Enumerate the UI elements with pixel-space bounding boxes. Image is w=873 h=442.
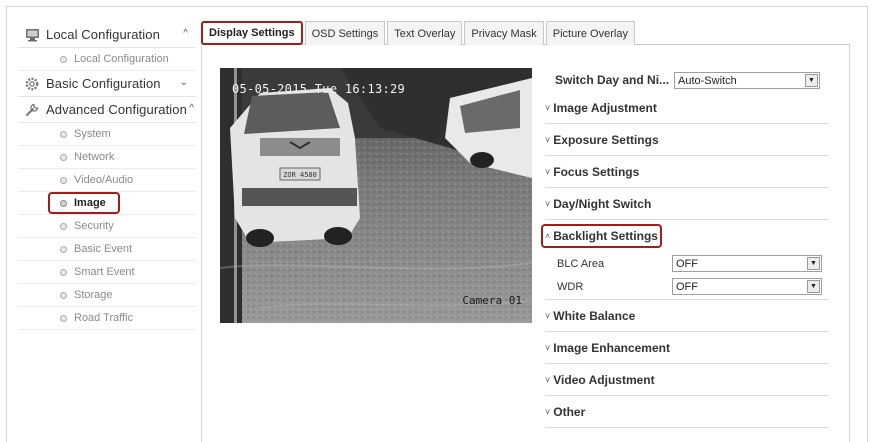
sidebar-item-basic-event[interactable]: Basic Event (18, 238, 196, 261)
chevron-down-icon: ˅ (545, 166, 551, 177)
bullet-icon (60, 268, 67, 276)
sidebar-item-label: Smart Event (74, 266, 135, 278)
chevron-down-icon: ˅ (545, 134, 551, 145)
osd-camera-name: Camera 01 (462, 294, 522, 307)
sidebar-nav: Local Configuration ^ Local Configuratio… (18, 22, 196, 330)
bullet-icon (60, 291, 67, 299)
chevron-down-icon: ˅ (545, 374, 551, 385)
chevron-down-icon: ˅ (545, 310, 551, 321)
section-label: Focus Settings (553, 164, 640, 179)
wdr-row: WDR OFF ▼ (545, 275, 829, 300)
bullet-icon (60, 222, 67, 230)
highlight-box (541, 224, 662, 248)
section-label: White Balance (553, 308, 636, 323)
chevron-down-icon: ˅ (545, 406, 551, 417)
tab-bar: Display Settings OSD Settings Text Overl… (201, 21, 637, 45)
sidebar-item-security[interactable]: Security (18, 215, 196, 238)
section-focus-settings[interactable]: ˅ Focus Settings (545, 156, 829, 188)
section-label: Other (553, 404, 586, 419)
sidebar-item-image[interactable]: Image (18, 192, 196, 215)
gear-icon (24, 76, 40, 92)
blc-area-row: BLC Area OFF ▼ (545, 252, 829, 275)
sidebar-group-label: Advanced Configuration (46, 102, 187, 117)
sidebar-item-label: Local Configuration (74, 53, 169, 65)
sidebar-item-storage[interactable]: Storage (18, 284, 196, 307)
section-label: Image Adjustment (553, 100, 657, 115)
sidebar-item-system[interactable]: System (18, 123, 196, 146)
section-label: Video Adjustment (553, 372, 655, 387)
sidebar-item-label: Storage (74, 289, 113, 301)
bullet-icon (60, 245, 67, 253)
chevron-down-icon: ˅ (545, 198, 551, 209)
chevron-down-icon[interactable]: ⌄ (180, 77, 188, 88)
section-image-enhancement[interactable]: ˅ Image Enhancement (545, 332, 829, 364)
osd-datetime: 05-05-2015 Tue 16:13:29 (232, 82, 406, 96)
section-label: Image Enhancement (553, 340, 670, 355)
section-backlight-settings[interactable]: ˄ Backlight Settings (541, 220, 829, 252)
sidebar-item-label: Security (74, 220, 114, 232)
select-value: OFF (676, 280, 698, 293)
sidebar-group-local-configuration[interactable]: Local Configuration ^ (18, 22, 196, 48)
section-image-adjustment[interactable]: ˅ Image Adjustment (545, 92, 829, 124)
bullet-icon (60, 130, 67, 138)
chevron-up-icon[interactable]: ^ (189, 103, 194, 114)
blc-area-select[interactable]: OFF ▼ (672, 255, 822, 272)
chevron-up-icon[interactable]: ^ (183, 28, 188, 39)
select-value: OFF (676, 257, 698, 270)
tab-picture-overlay[interactable]: Picture Overlay (545, 21, 635, 45)
highlight-box (48, 192, 120, 214)
sidebar-item-local-configuration[interactable]: Local Configuration (18, 48, 196, 71)
sidebar-item-label: Network (74, 151, 115, 163)
monitor-icon (24, 27, 40, 43)
sidebar-group-label: Basic Configuration (46, 76, 161, 91)
sidebar-item-label: Basic Event (74, 243, 133, 255)
dropdown-arrow-icon: ▼ (807, 257, 820, 270)
chevron-down-icon: ˅ (545, 342, 551, 353)
switch-day-night-label: Switch Day and Ni... (555, 73, 670, 87)
bullet-icon (60, 153, 67, 161)
sidebar-item-smart-event[interactable]: Smart Event (18, 261, 196, 284)
sidebar-item-label: System (74, 128, 111, 140)
video-preview: ZOR 4580 05-05-2015 Tue 16:13:29 Camera … (220, 68, 532, 323)
section-label: Exposure Settings (553, 132, 659, 147)
sidebar-group-advanced-configuration[interactable]: Advanced Configuration ^ (18, 97, 196, 123)
section-label: Day/Night Switch (553, 196, 652, 211)
section-video-adjustment[interactable]: ˅ Video Adjustment (545, 364, 829, 396)
sidebar-group-label: Local Configuration (46, 27, 160, 42)
sidebar-item-video-audio[interactable]: Video/Audio (18, 169, 196, 192)
wrench-icon (24, 102, 40, 118)
bullet-icon (60, 55, 67, 63)
bullet-icon (60, 314, 67, 322)
wdr-select[interactable]: OFF ▼ (672, 278, 822, 295)
switch-day-night-row: Switch Day and Ni... Auto-Switch ▼ (545, 68, 829, 92)
section-exposure-settings[interactable]: ˅ Exposure Settings (545, 124, 829, 156)
sidebar-item-label: Road Traffic (74, 312, 134, 324)
license-plate: ZOR 4580 (283, 171, 317, 179)
blc-area-label: BLC Area (557, 257, 605, 270)
sidebar-item-network[interactable]: Network (18, 146, 196, 169)
section-day-night-switch[interactable]: ˅ Day/Night Switch (545, 188, 829, 220)
section-white-balance[interactable]: ˅ White Balance (545, 300, 829, 332)
tab-privacy-mask[interactable]: Privacy Mask (464, 21, 544, 45)
tab-osd-settings[interactable]: OSD Settings (304, 21, 386, 45)
wdr-label: WDR (557, 281, 584, 293)
camera-scene-image (220, 68, 532, 323)
dropdown-arrow-icon: ▼ (805, 74, 818, 87)
image-settings-panel: Switch Day and Ni... Auto-Switch ▼ ˅ Ima… (541, 68, 829, 428)
switch-day-night-select[interactable]: Auto-Switch ▼ (674, 72, 820, 89)
chevron-down-icon: ˅ (545, 102, 551, 113)
sidebar-group-basic-configuration[interactable]: Basic Configuration ⌄ (18, 71, 196, 97)
sidebar-item-road-traffic[interactable]: Road Traffic (18, 307, 196, 330)
dropdown-arrow-icon: ▼ (807, 280, 820, 293)
tab-text-overlay[interactable]: Text Overlay (387, 21, 463, 45)
sidebar-item-label: Video/Audio (74, 174, 134, 186)
select-value: Auto-Switch (678, 74, 737, 87)
tab-display-settings[interactable]: Display Settings (201, 21, 303, 45)
bullet-icon (60, 176, 67, 184)
section-other[interactable]: ˅ Other (545, 396, 829, 428)
